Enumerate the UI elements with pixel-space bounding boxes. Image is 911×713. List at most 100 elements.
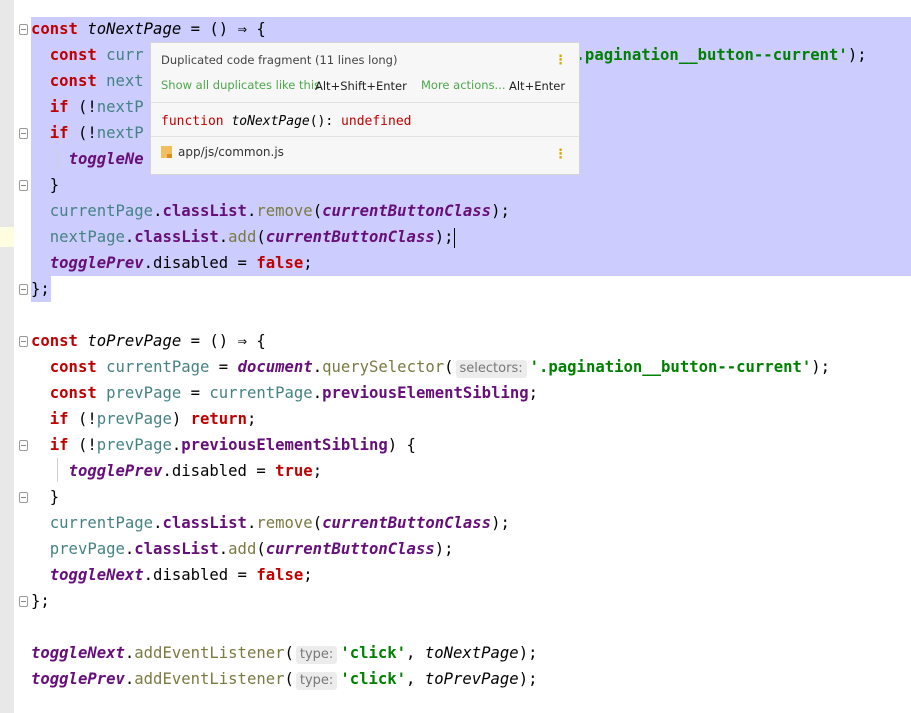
fold-marker-icon[interactable] bbox=[19, 596, 28, 607]
code-line[interactable]: }; bbox=[31, 276, 50, 302]
code-token: const bbox=[49, 358, 97, 376]
code-line[interactable]: } bbox=[31, 172, 59, 198]
file-link[interactable]: app/js/common.js bbox=[161, 145, 284, 159]
code-token: . bbox=[124, 540, 135, 558]
code-token: curr bbox=[106, 46, 144, 64]
code-token: ( bbox=[256, 228, 266, 246]
code-token: ; bbox=[312, 462, 323, 480]
code-token: ); bbox=[434, 228, 454, 246]
code-line[interactable]: const toPrevPage = () ⇒ { bbox=[31, 328, 266, 354]
code-token: remove bbox=[256, 202, 313, 220]
fold-marker-icon[interactable] bbox=[19, 492, 28, 503]
code-line[interactable]: nextPage.classList.add(currentButtonClas… bbox=[31, 224, 455, 250]
vertical-ellipsis-icon[interactable]: ⋮ bbox=[554, 147, 567, 162]
show-all-duplicates-link[interactable]: Show all duplicates like this bbox=[161, 78, 320, 92]
duplicate-code-popup: Duplicated code fragment (11 lines long)… bbox=[150, 42, 580, 175]
code-token: toggleNe bbox=[68, 150, 144, 168]
code-token: toPrevPage bbox=[424, 670, 519, 688]
code-token: const bbox=[49, 72, 97, 90]
code-token: classList bbox=[134, 228, 219, 246]
code-token: if bbox=[49, 124, 69, 142]
code-line[interactable]: if (!prevPage.previousElementSibling) { bbox=[31, 432, 416, 458]
fold-marker-icon[interactable] bbox=[19, 440, 28, 451]
code-token: ) bbox=[171, 410, 191, 428]
code-token: ); bbox=[811, 358, 831, 376]
code-token: currentPage bbox=[49, 202, 154, 220]
vertical-ellipsis-icon[interactable]: ⋮ bbox=[554, 53, 567, 68]
code-line[interactable]: const next bbox=[31, 68, 144, 94]
code-token: if bbox=[49, 410, 69, 428]
code-line[interactable]: const toNextPage = () ⇒ { bbox=[31, 16, 266, 42]
code-token: .pagination__button--current' bbox=[575, 46, 848, 64]
signature-type: undefined bbox=[341, 114, 412, 129]
fold-marker-icon[interactable] bbox=[19, 24, 28, 35]
signature-params: (): bbox=[309, 114, 342, 129]
code-token: .disabled = bbox=[162, 462, 276, 480]
code-token: ; bbox=[303, 566, 313, 584]
code-token: ( bbox=[444, 358, 454, 376]
code-line[interactable]: if (!nextP bbox=[31, 94, 144, 120]
code-token: togglePrev bbox=[49, 254, 144, 272]
js-file-icon bbox=[161, 146, 172, 158]
code-token: (! bbox=[68, 124, 97, 142]
code-token: true bbox=[275, 462, 313, 480]
popup-divider bbox=[151, 136, 579, 137]
code-token: } bbox=[31, 176, 60, 194]
code-token: document bbox=[237, 358, 313, 376]
fold-marker-icon[interactable] bbox=[19, 336, 28, 347]
file-path: app/js/common.js bbox=[178, 145, 284, 159]
code-token: . bbox=[312, 384, 323, 402]
parameter-hint: type: bbox=[295, 672, 338, 690]
code-token: if bbox=[49, 436, 69, 454]
code-token: = () ⇒ { bbox=[181, 20, 266, 38]
code-token: toPrevPage bbox=[87, 332, 182, 350]
code-line[interactable]: }; bbox=[31, 588, 50, 614]
code-line[interactable]: toggleNext.disabled = false; bbox=[31, 562, 313, 588]
code-token: = () ⇒ { bbox=[181, 332, 266, 350]
code-line[interactable]: toggleNe bbox=[31, 146, 144, 172]
code-token: '.pagination__button--current' bbox=[529, 358, 812, 376]
code-token: . bbox=[124, 670, 135, 688]
code-line[interactable]: if (!prevPage) return; bbox=[31, 406, 257, 432]
code-token: . bbox=[218, 228, 229, 246]
more-actions-shortcut: Alt+Enter bbox=[509, 79, 566, 93]
code-line[interactable]: const prevPage = currentPage.previousEle… bbox=[31, 380, 538, 406]
code-line[interactable]: prevPage.classList.add(currentButtonClas… bbox=[31, 536, 454, 562]
more-actions-link[interactable]: More actions... bbox=[421, 78, 506, 92]
fold-marker-icon[interactable] bbox=[19, 284, 28, 295]
fold-marker-icon[interactable] bbox=[19, 180, 28, 191]
code-line[interactable]: currentPage.classList.remove(currentButt… bbox=[31, 198, 510, 224]
code-line[interactable]: togglePrev.disabled = false; bbox=[31, 250, 313, 276]
code-token: addEventListener bbox=[134, 644, 285, 662]
code-token: nextPage bbox=[49, 228, 125, 246]
code-token: ; bbox=[246, 410, 257, 428]
code-line[interactable]: } bbox=[31, 484, 59, 510]
code-line[interactable]: togglePrev.addEventListener(type:'click'… bbox=[31, 666, 537, 692]
code-token: prevPage bbox=[49, 540, 125, 558]
code-token: toggleNext bbox=[49, 566, 144, 584]
code-token: .disabled = bbox=[143, 254, 257, 272]
code-line[interactable]: togglePrev.disabled = true; bbox=[31, 458, 323, 484]
code-token: . bbox=[124, 228, 135, 246]
fold-marker-icon[interactable] bbox=[19, 128, 28, 139]
code-line[interactable]: const currentPage = document.querySelect… bbox=[31, 354, 830, 380]
code-token: 'click' bbox=[340, 644, 407, 662]
code-token: = bbox=[209, 358, 238, 376]
code-line[interactable]: toggleNext.addEventListener(type:'click'… bbox=[31, 640, 537, 666]
signature-name: toNextPage bbox=[231, 114, 310, 129]
code-token: previousElementSibling bbox=[322, 384, 529, 402]
code-token: toNextPage bbox=[424, 644, 519, 662]
code-token: ( bbox=[312, 202, 323, 220]
code-line[interactable]: if (!nextP bbox=[31, 120, 144, 146]
code-token: ); bbox=[491, 514, 510, 532]
code-line[interactable]: currentPage.classList.remove(currentButt… bbox=[31, 510, 510, 536]
